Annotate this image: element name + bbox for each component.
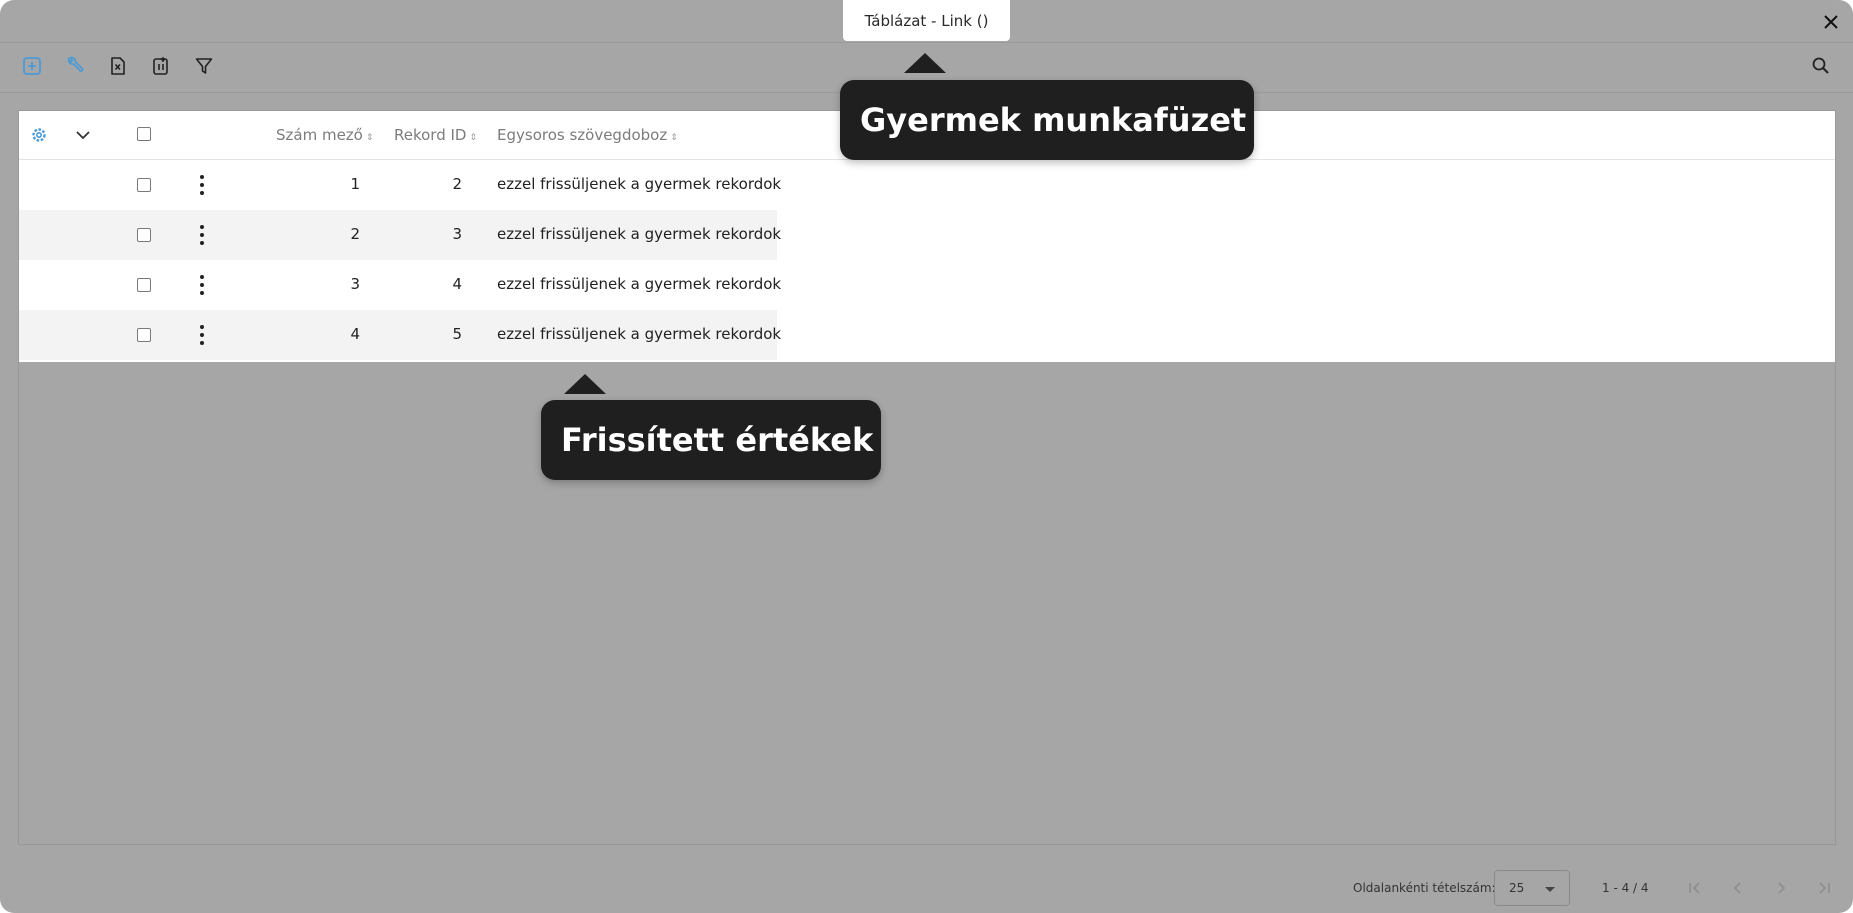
dropdown-caret-icon xyxy=(1545,887,1555,892)
chevron-down-icon xyxy=(76,131,90,140)
row-actions-button[interactable] xyxy=(197,275,207,295)
sort-icon: ⇕ xyxy=(670,133,678,143)
column-header-szam-mezo[interactable]: Szám mező ⇕ xyxy=(276,126,373,144)
export-button[interactable] xyxy=(104,52,132,80)
wrench-icon xyxy=(67,56,84,72)
tooltip-arrow xyxy=(564,374,606,394)
row-actions-button[interactable] xyxy=(197,325,207,345)
search-button[interactable] xyxy=(1807,52,1835,80)
cell-rekord-id: 2 xyxy=(452,175,462,193)
filter-button[interactable] xyxy=(190,52,218,80)
title-separator xyxy=(0,42,1853,43)
sort-icon: ⇕ xyxy=(469,133,478,143)
select-all-checkbox[interactable] xyxy=(137,127,151,141)
column-header-label: Szám mező xyxy=(276,126,363,144)
dialog: Táblázat - Link () Szám mező ⇕ Rekord ID… xyxy=(0,0,1853,913)
close-button[interactable] xyxy=(1817,8,1845,36)
pagination-range: 1 - 4 / 4 xyxy=(1602,881,1649,895)
cell-szam-mezo: 1 xyxy=(350,175,360,193)
column-settings-button[interactable] xyxy=(30,126,48,144)
filter-icon xyxy=(195,58,213,74)
cell-egysoros-szovegdoboz: ezzel frissüljenek a gyermek rekordok xyxy=(497,175,782,193)
add-record-button[interactable] xyxy=(18,52,46,80)
chevron-left-icon xyxy=(1733,882,1741,894)
column-header-label: Egysoros szövegdoboz xyxy=(497,126,668,144)
row-checkbox[interactable] xyxy=(137,228,151,242)
cell-rekord-id: 4 xyxy=(452,275,462,293)
sort-icon: ⇕ xyxy=(365,133,374,143)
chevron-right-icon xyxy=(1778,882,1786,894)
first-page-button[interactable] xyxy=(1683,876,1707,900)
cell-egysoros-szovegdoboz: ezzel frissüljenek a gyermek rekordok xyxy=(497,275,782,293)
row-actions-button[interactable] xyxy=(197,225,207,245)
expand-all-button[interactable] xyxy=(74,126,92,144)
tooltip-child-workbook: Gyermek munkafüzet xyxy=(840,80,1254,160)
column-header-rekord-id[interactable]: Rekord ID ⇕ xyxy=(394,126,477,144)
cell-rekord-id: 5 xyxy=(452,325,462,343)
next-page-button[interactable] xyxy=(1769,876,1793,900)
last-page-button[interactable] xyxy=(1812,876,1836,900)
cell-szam-mezo: 3 xyxy=(350,275,360,293)
table-row: 3 4 ezzel frissüljenek a gyermek rekordo… xyxy=(18,260,781,310)
dialog-title: Táblázat - Link () xyxy=(843,0,1010,41)
table-row: 1 2 ezzel frissüljenek a gyermek rekordo… xyxy=(18,160,781,210)
column-header-egysoros-szovegdoboz[interactable]: Egysoros szövegdoboz ⇕ xyxy=(497,126,678,144)
gear-icon xyxy=(32,128,46,142)
import-button[interactable] xyxy=(147,52,175,80)
cell-szam-mezo: 4 xyxy=(350,325,360,343)
cell-rekord-id: 3 xyxy=(452,225,462,243)
import-icon xyxy=(153,56,168,75)
close-icon xyxy=(1824,15,1838,29)
row-checkbox[interactable] xyxy=(137,328,151,342)
tooltip-arrow xyxy=(904,53,946,73)
cell-egysoros-szovegdoboz: ezzel frissüljenek a gyermek rekordok xyxy=(497,325,782,343)
table-row: 2 3 ezzel frissüljenek a gyermek rekordo… xyxy=(18,210,781,260)
table-row: 4 5 ezzel frissüljenek a gyermek rekordo… xyxy=(18,310,781,360)
settings-button[interactable] xyxy=(61,52,89,80)
add-icon xyxy=(23,57,41,75)
last-page-icon xyxy=(1819,882,1830,894)
page-size-label: Oldalankénti tételszám: xyxy=(1353,881,1496,895)
row-checkbox[interactable] xyxy=(137,178,151,192)
page-size-value: 25 xyxy=(1509,881,1525,895)
row-checkbox[interactable] xyxy=(137,278,151,292)
search-icon xyxy=(1812,57,1829,74)
cell-szam-mezo: 2 xyxy=(350,225,360,243)
previous-page-button[interactable] xyxy=(1726,876,1750,900)
tooltip-updated-values: Frissített értékek xyxy=(541,400,881,480)
excel-export-icon xyxy=(111,57,125,75)
cell-egysoros-szovegdoboz: ezzel frissüljenek a gyermek rekordok xyxy=(497,225,782,243)
first-page-icon xyxy=(1689,882,1700,894)
page-size-select[interactable]: 25 xyxy=(1494,870,1570,906)
column-header-label: Rekord ID xyxy=(394,126,467,144)
row-actions-button[interactable] xyxy=(197,175,207,195)
